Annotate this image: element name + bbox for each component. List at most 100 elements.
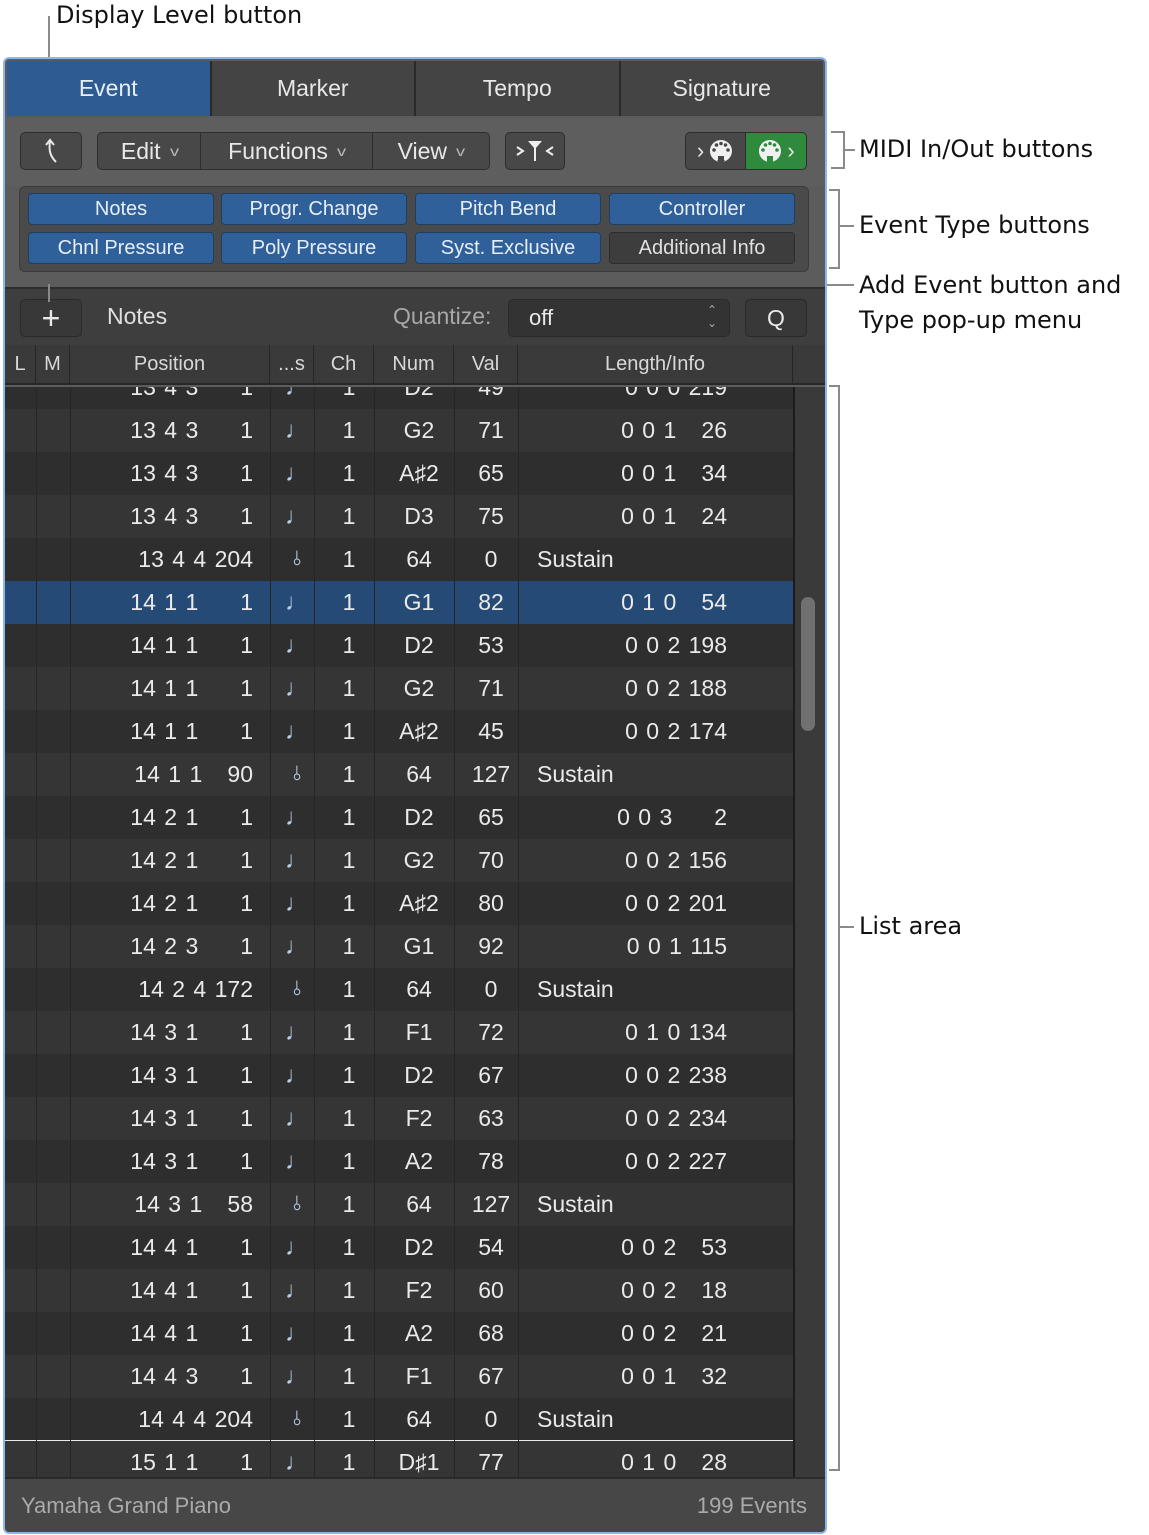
cell-num: 64 — [406, 1191, 432, 1217]
note-icon: ♩ — [285, 631, 309, 659]
table-row[interactable]: 14 3 1 1 ♩ 1 A2 78 0 0 2 227 — [5, 1140, 793, 1183]
quantize-q-button[interactable]: Q — [745, 299, 807, 337]
col-length-info[interactable]: Length/Info — [518, 345, 793, 383]
controller-icon: ⫰ — [292, 1408, 302, 1430]
note-icon: ♩ — [285, 674, 309, 702]
table-row[interactable]: 14 3 1 1 ♩ 1 F2 63 0 0 2 234 — [5, 1097, 793, 1140]
table-row[interactable]: 14 3 1 1 ♩ 1 F1 72 0 1 0 134 — [5, 1011, 793, 1054]
cell-val: 67 — [478, 1062, 504, 1088]
edit-menu[interactable]: Edit v — [98, 133, 202, 169]
table-row[interactable]: 14 2 3 1 ♩ 1 G1 92 0 0 1 115 — [5, 925, 793, 968]
table-row[interactable]: 14 1 1 1 ♩ 1 D2 53 0 0 2 198 — [5, 624, 793, 667]
cell-info: Sustain — [537, 976, 614, 1002]
vertical-scrollbar[interactable] — [793, 387, 825, 1477]
cell-position: 14 4 1 1 — [130, 1277, 253, 1303]
evtype-bracket-t — [829, 189, 839, 191]
cell-length: 0 0 2 21 — [621, 1320, 727, 1346]
list-bracket-b — [829, 1469, 839, 1471]
cell-val: 54 — [478, 1234, 504, 1260]
midi-filter-button[interactable] — [505, 132, 565, 170]
col-status[interactable]: ...s — [270, 345, 314, 383]
table-row[interactable]: 14 2 1 1 ♩ 1 D2 65 0 0 3 2 — [5, 796, 793, 839]
cell-val: 45 — [478, 718, 504, 744]
table-row[interactable]: 14 4 4 204 ⫰ 1 64 0 Sustain — [5, 1398, 793, 1441]
table-row[interactable]: 14 1 1 1 ♩ 1 G1 82 0 1 0 54 — [5, 581, 793, 624]
col-val[interactable]: Val — [454, 345, 518, 383]
table-row[interactable]: 14 2 1 1 ♩ 1 G2 70 0 0 2 156 — [5, 839, 793, 882]
cell-num: D2 — [404, 387, 434, 400]
midi-out-arrow: › — [787, 138, 795, 163]
tab-marker[interactable]: Marker — [211, 61, 416, 116]
col-l[interactable]: L — [5, 345, 36, 383]
cell-val: 49 — [478, 387, 504, 400]
event-type-chnl-pressure[interactable]: Chnl Pressure — [28, 232, 214, 264]
add-event-callout-1: Add Event button and — [859, 271, 1122, 299]
cell-val: 72 — [478, 1019, 504, 1045]
table-row[interactable]: 14 1 1 90 ⫰ 1 64 127 Sustain — [5, 753, 793, 796]
note-icon: ♩ — [285, 588, 309, 616]
cell-channel: 1 — [342, 675, 356, 701]
scrollbar-thumb[interactable] — [801, 597, 815, 731]
cell-num: G2 — [403, 675, 435, 701]
cell-position: 13 4 3 1 — [130, 460, 253, 486]
table-row[interactable]: 14 2 1 1 ♩ 1 A♯2 80 0 0 2 201 — [5, 882, 793, 925]
event-type-syst-exclusive[interactable]: Syst. Exclusive — [415, 232, 601, 264]
add-event-button[interactable]: + — [20, 299, 82, 337]
quantize-popup[interactable]: off ⌃ ⌄ — [508, 299, 730, 337]
event-type-progr-change[interactable]: Progr. Change — [221, 193, 407, 225]
evtype-bracket-v — [838, 189, 840, 269]
event-type-controller[interactable]: Controller — [609, 193, 795, 225]
event-type-poly-pressure[interactable]: Poly Pressure — [221, 232, 407, 264]
table-row[interactable]: 14 1 1 1 ♩ 1 A♯2 45 0 0 2 174 — [5, 710, 793, 753]
table-row[interactable]: 14 2 4 172 ⫰ 1 64 0 Sustain — [5, 968, 793, 1011]
table-row[interactable]: 13 4 3 1 ♩ 1 D2 49 0 0 0 219 — [5, 387, 793, 409]
cell-val: 127 — [471, 761, 511, 787]
note-icon: ♩ — [285, 1147, 309, 1175]
cell-channel: 1 — [342, 546, 356, 572]
table-row[interactable]: 14 1 1 1 ♩ 1 G2 71 0 0 2 188 — [5, 667, 793, 710]
event-type-notes[interactable]: Notes — [28, 193, 214, 225]
cell-info: Sustain — [537, 1191, 614, 1217]
cell-channel: 1 — [342, 1062, 356, 1088]
table-row[interactable]: 14 3 1 58 ⫰ 1 64 127 Sustain — [5, 1183, 793, 1226]
cell-num: D2 — [404, 1062, 434, 1088]
table-row[interactable]: 15 1 1 1 ♩ 1 D♯1 77 0 1 0 28 — [5, 1441, 793, 1477]
cell-length: 0 0 2 234 — [625, 1105, 727, 1131]
midi-in-button[interactable]: › — [686, 133, 747, 169]
col-ch[interactable]: Ch — [314, 345, 374, 383]
column-divider — [314, 387, 315, 1477]
cell-length: 0 0 0 219 — [625, 387, 727, 400]
table-row[interactable]: 14 4 3 1 ♩ 1 F1 67 0 0 1 32 — [5, 1355, 793, 1398]
table-row[interactable]: 13 4 3 1 ♩ 1 G2 71 0 0 1 26 — [5, 409, 793, 452]
event-type-additional-info[interactable]: Additional Info — [609, 232, 795, 264]
note-icon: ♩ — [285, 387, 309, 401]
event-type-buttons: Notes Progr. Change Pitch Bend Controlle… — [19, 186, 809, 272]
table-row[interactable]: 14 4 1 1 ♩ 1 D2 54 0 0 2 53 — [5, 1226, 793, 1269]
cell-val: 67 — [478, 1363, 504, 1389]
cell-position: 13 4 3 1 — [130, 503, 253, 529]
table-row[interactable]: 13 4 3 1 ♩ 1 A♯2 65 0 0 1 34 — [5, 452, 793, 495]
toolbar: Edit v Functions v View v › › — [5, 118, 825, 186]
event-type-popup[interactable]: Notes — [107, 303, 167, 330]
col-m[interactable]: M — [36, 345, 70, 383]
tab-tempo[interactable]: Tempo — [416, 61, 621, 116]
display-level-button[interactable] — [20, 132, 82, 170]
cell-val: 80 — [478, 890, 504, 916]
table-row[interactable]: 13 4 4 204 ⫰ 1 64 0 Sustain — [5, 538, 793, 581]
table-row[interactable]: 14 4 1 1 ♩ 1 F2 60 0 0 2 18 — [5, 1269, 793, 1312]
tab-signature[interactable]: Signature — [620, 61, 823, 116]
table-row[interactable]: 13 4 3 1 ♩ 1 D3 75 0 0 1 24 — [5, 495, 793, 538]
col-num[interactable]: Num — [374, 345, 454, 383]
table-row[interactable]: 14 4 1 1 ♩ 1 A2 68 0 0 2 21 — [5, 1312, 793, 1355]
cell-length: 0 1 0 134 — [625, 1019, 727, 1045]
cell-val: 68 — [478, 1320, 504, 1346]
cell-num: F2 — [405, 1277, 433, 1303]
midi-out-button[interactable]: › — [746, 133, 806, 169]
table-row[interactable]: 14 3 1 1 ♩ 1 D2 67 0 0 2 238 — [5, 1054, 793, 1097]
functions-menu[interactable]: Functions v — [201, 133, 373, 169]
view-menu[interactable]: View v — [373, 133, 489, 169]
tab-event[interactable]: Event — [7, 61, 212, 116]
col-position[interactable]: Position — [70, 345, 270, 383]
event-type-pitch-bend[interactable]: Pitch Bend — [415, 193, 601, 225]
cell-position: 13 4 3 1 — [130, 387, 253, 400]
